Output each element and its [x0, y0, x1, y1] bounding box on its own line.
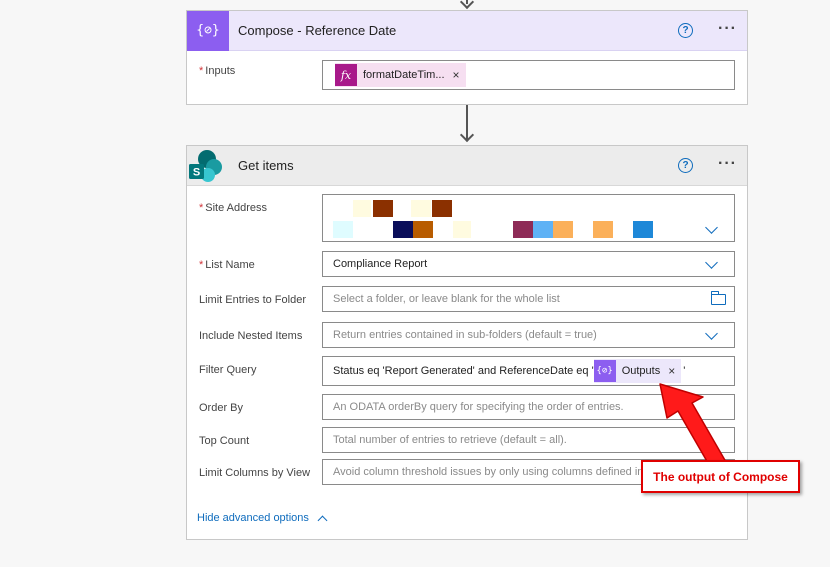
- annotation-callout: The output of Compose: [641, 460, 800, 493]
